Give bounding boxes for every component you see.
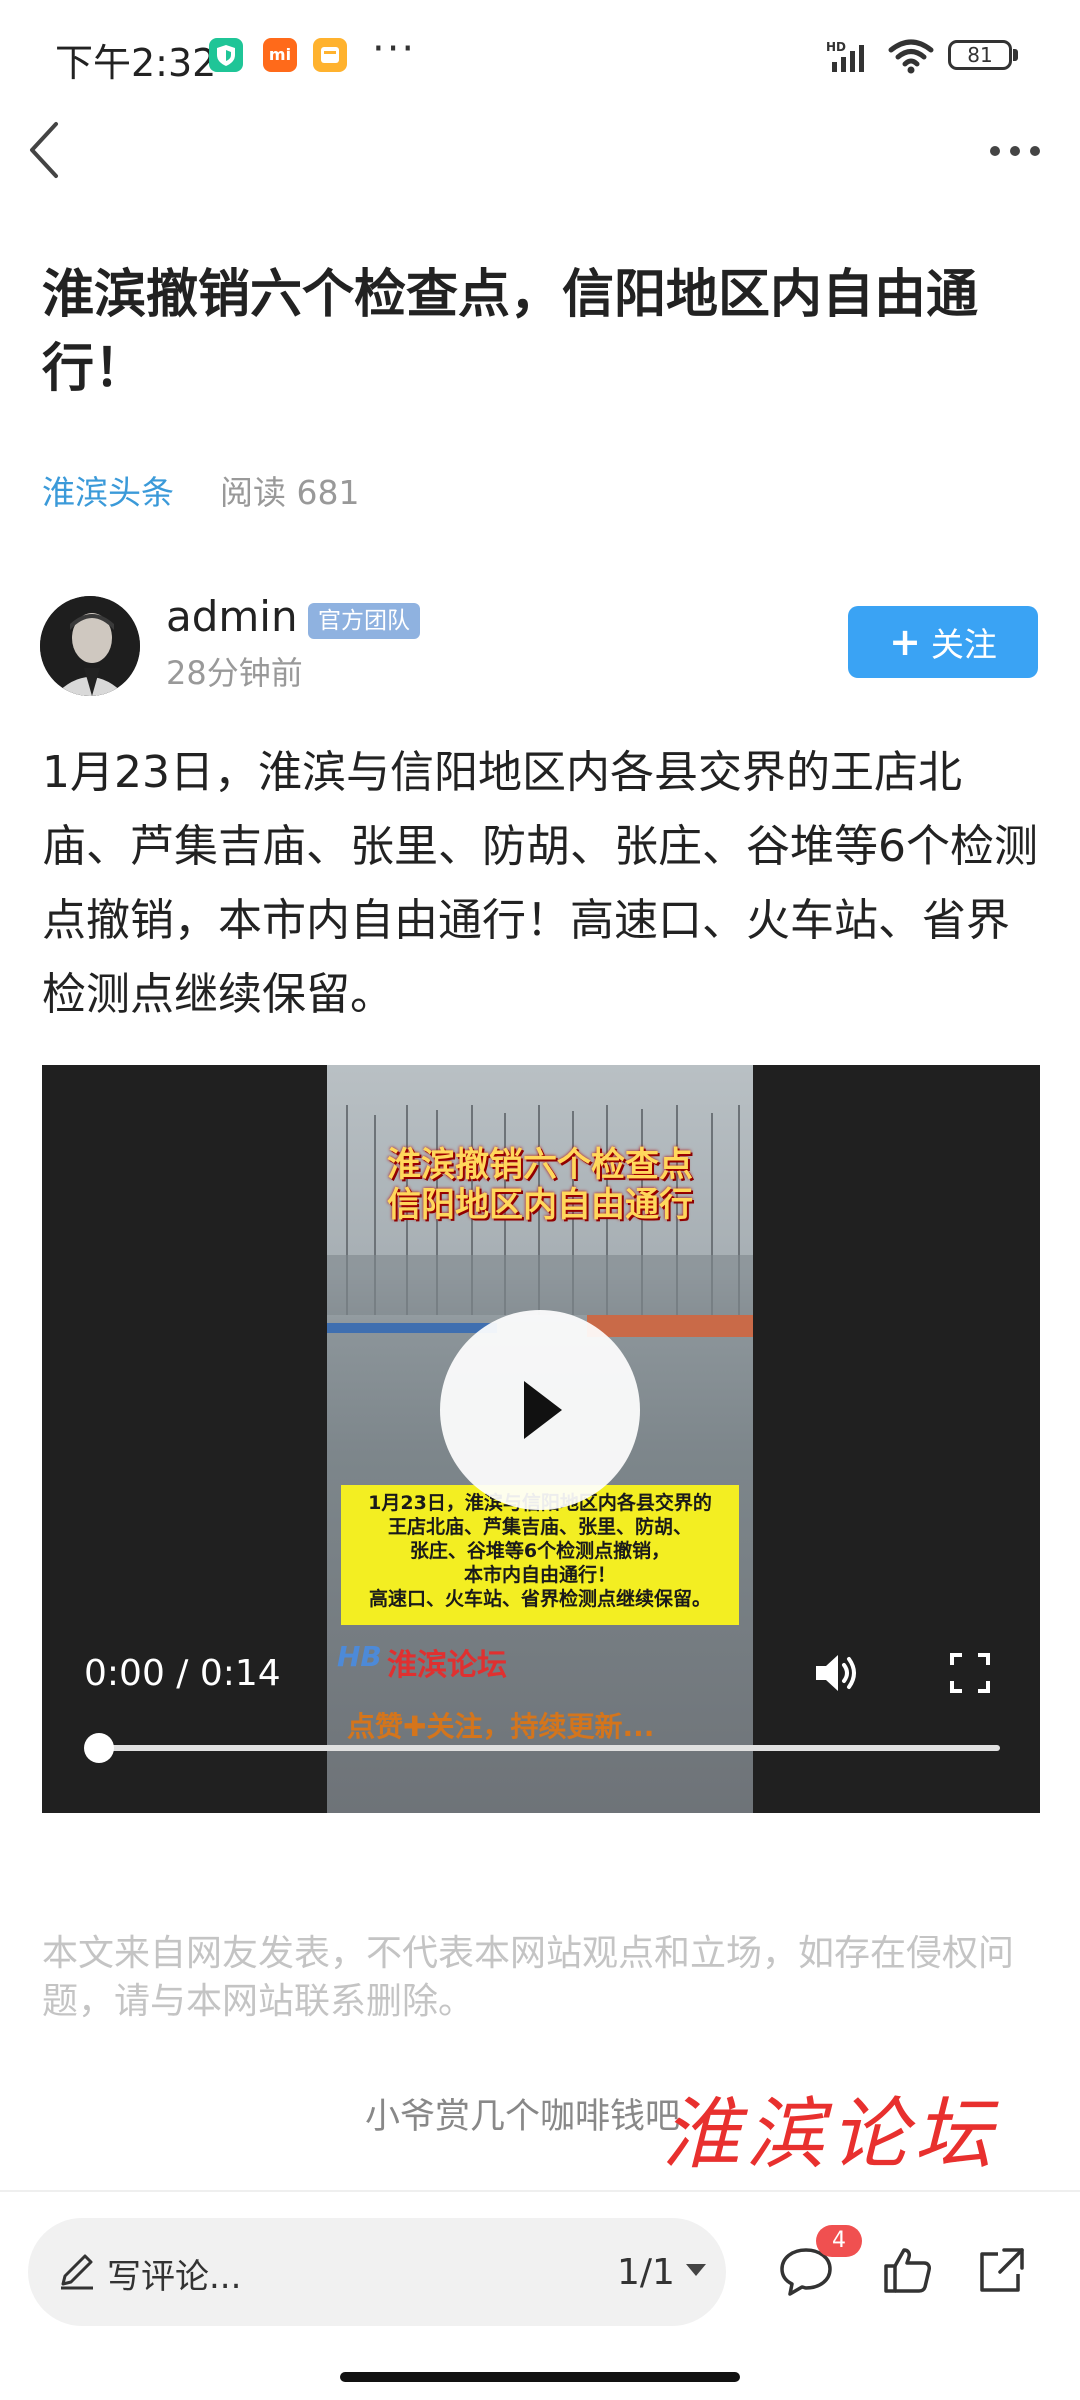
video-overlay-title: 淮滨撤销六个检查点 信阳地区内自由通行	[327, 1145, 753, 1225]
more-options-icon[interactable]	[985, 135, 1045, 167]
follow-button[interactable]: + 关注	[848, 606, 1038, 678]
mi-app-icon: mi	[263, 38, 297, 72]
comment-placeholder[interactable]: 写评论...	[107, 2249, 241, 2298]
comment-count-badge: 4	[816, 2225, 862, 2257]
official-badge: 官方团队	[308, 603, 420, 639]
post-time: 28分钟前	[166, 654, 303, 692]
watermark: 淮滨论坛	[662, 2090, 999, 2180]
volume-icon[interactable]	[810, 1647, 862, 1699]
page-indicator[interactable]: 1/1	[617, 2252, 675, 2293]
play-icon	[524, 1381, 562, 1439]
play-button[interactable]	[440, 1310, 640, 1510]
share-icon[interactable]	[976, 2244, 1028, 2296]
status-more-icon: ···	[372, 26, 417, 72]
disclaimer: 本文来自网友发表，不代表本网站观点和立场，如存在侵权问题，请与本网站联系删除。	[42, 1933, 1015, 2022]
svg-text:HD: HD	[826, 40, 846, 54]
reward-link[interactable]: 小爷赏几个咖啡钱吧	[365, 2088, 680, 2139]
overlay-line: 王店北庙、芦集吉庙、张里、防胡、	[387, 1516, 692, 1538]
wifi-icon	[888, 38, 934, 74]
forum-logo-icon: HB	[337, 1640, 382, 1673]
avatar[interactable]	[40, 596, 140, 696]
signal-icon: HD	[826, 40, 878, 72]
video-time: 0:00 / 0:14	[84, 1653, 281, 1694]
bottom-divider	[0, 2190, 1080, 2192]
pen-icon	[55, 2248, 99, 2292]
overlay-title-line: 信阳地区内自由通行	[387, 1185, 693, 1225]
video-progress-track[interactable]	[100, 1745, 1000, 1751]
shield-app-icon	[209, 38, 243, 72]
article-title: 淮滨撤销六个检查点，信阳地区内自由通行！	[42, 265, 979, 399]
overlay-title-line: 淮滨撤销六个检查点	[387, 1145, 693, 1185]
follow-label: 关注	[930, 625, 997, 664]
battery-tip	[1013, 49, 1018, 61]
overlay-line: 张庄、谷堆等6个检测点撤销，	[409, 1540, 671, 1562]
author-name[interactable]: admin	[166, 592, 298, 641]
video-overlay-cta: 点赞✚关注，持续更新...	[347, 1710, 655, 1743]
overlay-line: 高速口、火车站、省界检测点继续保留。	[368, 1588, 711, 1610]
overlay-line: 本市内自由通行！	[463, 1564, 616, 1586]
chevron-down-icon[interactable]	[685, 2262, 707, 2278]
read-count: 阅读 681	[220, 473, 360, 512]
home-indicator[interactable]	[340, 2372, 740, 2382]
battery-icon: 81	[948, 40, 1012, 70]
video-player[interactable]: 淮滨撤销六个检查点 信阳地区内自由通行 1月23日，淮滨与信阳地区内各县交界的 …	[42, 1065, 1040, 1813]
video-overlay-brand: 淮滨论坛	[387, 1648, 507, 1683]
category-link[interactable]: 淮滨头条	[42, 466, 174, 514]
plus-icon: +	[889, 620, 921, 664]
fullscreen-icon[interactable]	[948, 1651, 992, 1695]
article-body: 1月23日，淮滨与信阳地区内各县交界的王店北庙、芦集吉庙、张里、防胡、张庄、谷堆…	[42, 747, 1038, 1020]
video-progress-knob[interactable]	[84, 1733, 114, 1763]
notes-app-icon	[313, 38, 347, 72]
back-button[interactable]	[22, 118, 66, 182]
status-time: 下午2:32	[55, 41, 217, 85]
like-icon[interactable]	[882, 2244, 934, 2296]
